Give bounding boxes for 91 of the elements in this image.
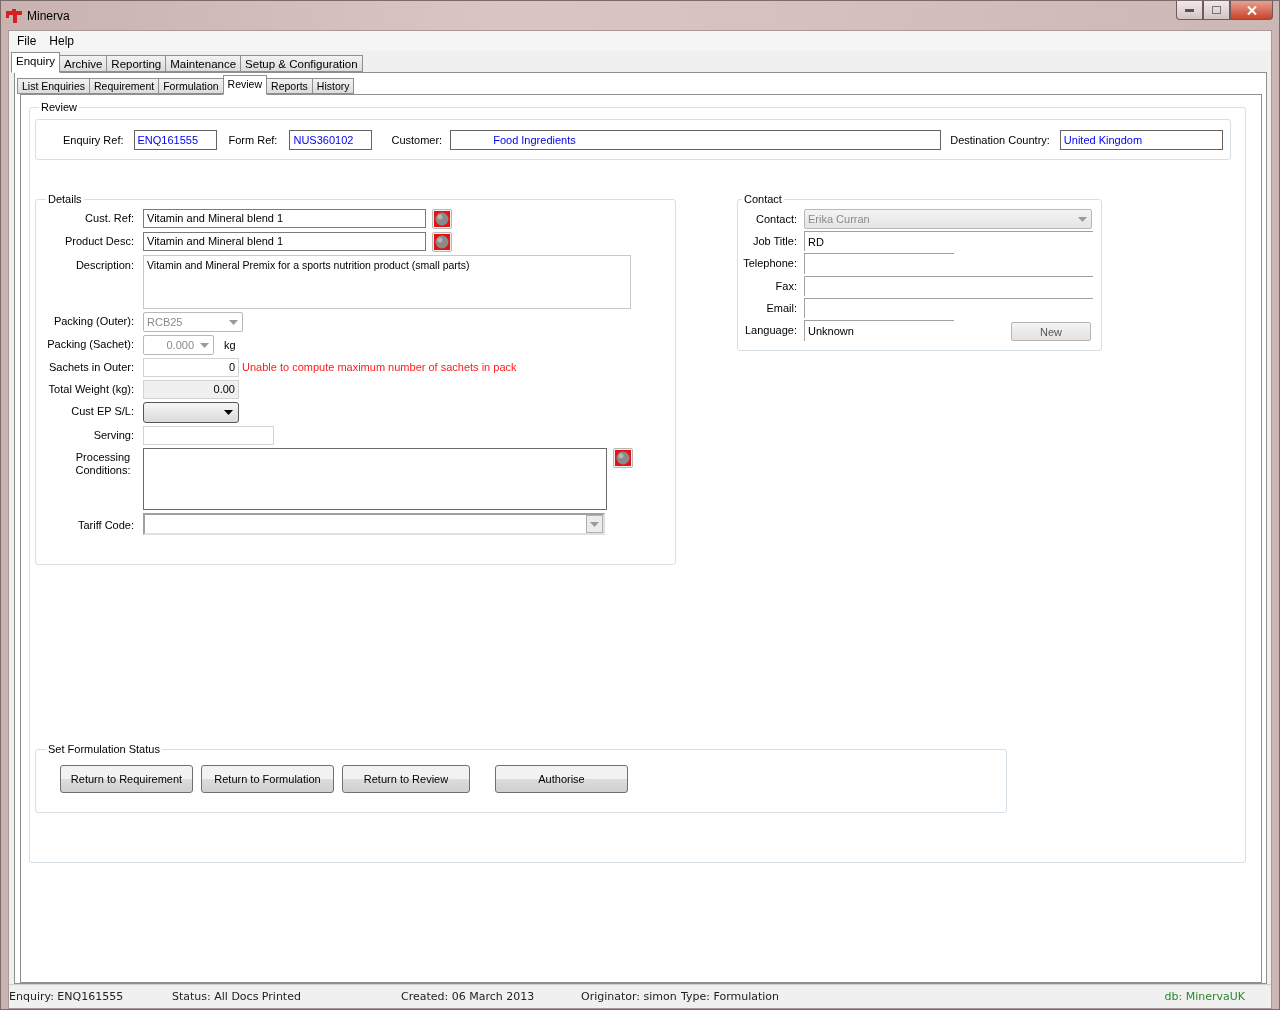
field-label: Tariff Code: [76,518,134,533]
field-label: Sachets in Outer: [48,360,134,375]
close-icon [1246,5,1257,15]
status-text: Enquiry: ENQ161555 [9,990,125,1003]
field-label: Telephone: [742,256,797,270]
field-label: Enquiry Ref: [63,133,124,146]
group-title: Contact [743,193,783,205]
group-title: Details [47,193,83,205]
combo-box[interactable] [143,513,605,535]
text-field[interactable]: Vitamin and Mineral blend 1 [143,209,426,228]
dropdown-arrow-icon [200,342,209,348]
app-logo-icon [5,7,23,24]
text-field[interactable]: RD [804,231,1093,251]
field-label: Cust. Ref: [84,211,134,226]
field-label: Language: [744,323,797,337]
field-label: Job Title: [751,234,797,248]
text-field[interactable] [804,253,954,274]
dropdown[interactable]: 0.000 [143,335,214,355]
dropdown-arrow-icon [224,410,233,415]
field-label: Contact: [755,212,797,226]
globe-icon [615,450,631,466]
tab[interactable]: Formulation [158,78,224,94]
field-label: Packing (Sachet): [46,337,134,352]
menu-item[interactable]: Help [44,34,83,51]
globe-icon [434,234,450,250]
status-text: Created: 06 March 2013 [401,990,536,1003]
group-title: Set Formulation Status [47,743,161,755]
status-text: Status: All Docs Printed [172,990,302,1003]
status-button[interactable]: Return to Requirement [60,765,193,793]
field-label: Form Ref: [228,133,278,146]
maximize-button[interactable] [1203,1,1230,20]
tab[interactable]: Setup & Configuration [240,55,363,72]
number-field[interactable]: 0 [143,358,239,377]
tab[interactable]: Archive [59,55,108,72]
maximize-icon [1212,6,1221,14]
status-text: Type: Formulation [681,990,781,1003]
dropdown-arrow-icon [590,521,599,527]
error-message: Unable to compute maximum number of sachets in pack [242,360,517,373]
tab[interactable]: Enquiry [11,52,60,73]
status-button[interactable]: Return to Formulation [201,765,334,793]
dropdown-arrow-icon [1078,216,1087,222]
tab[interactable]: Requirement [89,78,160,94]
dropdown[interactable]: RCB25 [143,312,243,332]
tab[interactable]: Maintenance [165,55,242,72]
text-field[interactable]: Food Ingredients [450,129,942,150]
minimize-button[interactable] [1176,1,1203,20]
tab[interactable]: List Enquiries [17,78,91,94]
dropdown[interactable] [143,402,239,423]
text-field[interactable]: United Kingdom [1059,129,1223,150]
tab[interactable]: Reports [266,78,313,94]
text-field[interactable]: Vitamin and Mineral blend 1 [143,232,426,251]
field-label: Fax: [774,279,797,293]
dropdown-arrow-icon [229,319,238,325]
field-label: Email: [765,301,797,315]
field-label: Cust EP S/L: [70,404,134,419]
field-label: Description: [74,258,134,273]
text-field[interactable] [804,298,1093,318]
readonly-field: 0.00 [143,380,239,399]
window-title: Minerva [27,8,71,23]
unit-label: kg [224,338,236,351]
text-field[interactable]: NUS360102 [289,129,373,150]
text-field[interactable] [804,276,1093,296]
tab[interactable]: History [311,78,355,94]
text-field[interactable] [143,426,274,445]
lookup-button[interactable] [613,448,633,468]
tab[interactable]: Review [222,75,268,95]
minimize-icon [1185,8,1194,12]
group-title: Review [40,101,79,113]
field-label: Packing (Outer): [52,314,134,329]
dropdown-button[interactable] [586,515,603,533]
text-field[interactable]: Unknown [804,320,954,341]
field-label: Customer: [391,133,443,146]
text-field[interactable]: ENQ161555 [133,129,217,150]
new-button[interactable]: New [1011,322,1091,341]
lookup-button[interactable] [432,232,452,252]
lookup-button[interactable] [432,209,452,229]
close-button[interactable] [1230,1,1273,20]
status-button[interactable]: Authorise [495,765,628,793]
field-label: Processing Conditions: [74,450,132,478]
status-button[interactable]: Return to Review [342,765,470,793]
field-label: Total Weight (kg): [47,382,134,397]
field-label: Serving: [92,428,134,443]
tab[interactable]: Reporting [106,55,167,72]
text-area[interactable]: Vitamin and Mineral Premix for a sports nutrition product (small parts) [143,255,631,309]
database-label: db: MinervaUK [1164,990,1245,1003]
field-label: Destination Country: [950,133,1050,146]
globe-icon [434,211,450,227]
menu-item[interactable]: File [12,34,45,51]
text-area[interactable] [143,448,607,510]
field-label: Product Desc: [63,234,134,249]
status-text: Originator: simon [581,990,678,1003]
